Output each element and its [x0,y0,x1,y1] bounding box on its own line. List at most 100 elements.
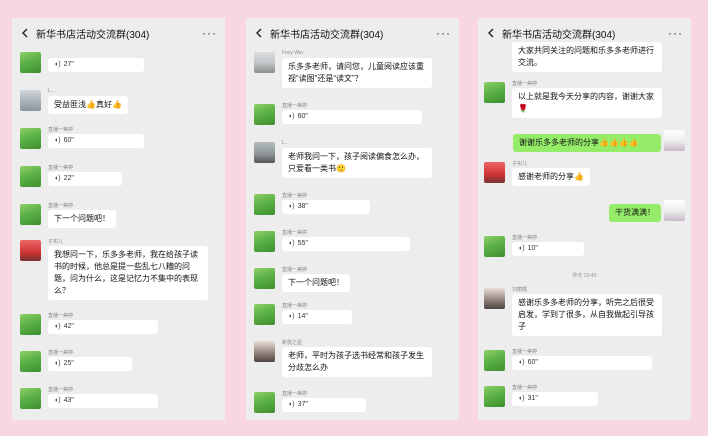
sender-name: 直播一美婷 [48,350,74,356]
sender-name: 直播一美婷 [282,103,308,109]
voice-wave-icon: ◖) [54,61,61,68]
voice-duration: 14" [297,313,308,320]
voice-message-bubble[interactable]: ◖) 60" [282,110,422,124]
back-arrow-icon[interactable] [252,26,266,40]
voice-message-bubble[interactable]: ◖) 55" [282,237,410,251]
voice-wave-icon: ◖) [518,395,525,402]
voice-message-bubble[interactable]: ◖) 38" [282,200,370,214]
voice-wave-icon: ◖) [518,245,525,252]
chat-title: 新华书店活动交流群(304) [36,29,150,41]
voice-wave-icon: ◖) [288,203,295,210]
voice-message-bubble[interactable]: ◖) 27" [48,58,144,72]
text-message-bubble[interactable]: 感谢乐多多老师的分享，听完之后很受启发，学到了很多，从自我做起引导孩子 [512,294,662,336]
voice-duration: 27" [63,61,74,68]
sender-name: 直播一美婷 [48,165,74,171]
self-avatar[interactable] [664,200,685,221]
text-message-bubble[interactable]: 以上就是我今天分享的内容，谢谢大家🌹 [512,88,662,118]
chat-panel-1: 新华书店活动交流群(304) ··· ◖) 27" L... 受益匪浅👍真好👍 … [12,18,225,420]
sender-name: 直播一美婷 [512,385,538,391]
more-options-icon[interactable]: ··· [668,26,685,40]
sender-name: 直播一美婷 [512,349,538,355]
voice-duration: 22" [63,175,74,182]
self-message-bubble[interactable]: 谢谢乐多多老师的分享👍👍👍👍 [513,134,661,152]
avatar[interactable] [484,386,505,407]
text-message-bubble[interactable]: 受益匪浅👍真好👍 [48,96,128,114]
sender-name: 新悦之星 [282,340,303,346]
avatar[interactable] [484,82,505,103]
sender-name: 直播一美婷 [512,81,538,87]
text-message-bubble[interactable]: 下一个问题吧！ [48,210,116,228]
voice-duration: 60" [63,137,74,144]
voice-wave-icon: ◖) [54,397,61,404]
voice-message-bubble[interactable]: ◖) 60" [48,134,144,148]
text-message-bubble[interactable]: 大家共同关注的问题和乐多多老师进行交流。 [512,42,662,72]
sender-name: 子实儿 [48,239,64,245]
chat-title: 新华书店活动交流群(304) [502,29,616,41]
voice-message-bubble[interactable]: ◖) 37" [282,398,366,412]
voice-wave-icon: ◖) [288,113,295,120]
voice-duration: 31" [527,395,538,402]
voice-wave-icon: ◖) [54,323,61,330]
voice-message-bubble[interactable]: ◖) 43" [48,394,158,408]
sender-name: 直播一美婷 [282,391,308,397]
voice-message-bubble[interactable]: ◖) 31" [512,392,598,406]
avatar[interactable] [20,166,41,187]
avatar[interactable] [484,288,505,309]
avatar[interactable] [484,350,505,371]
avatar[interactable] [484,236,505,257]
avatar[interactable] [20,240,41,261]
text-message-bubble[interactable]: 老师我问一下，孩子阅读偏食怎么办，只爱看一类书🙂 [282,148,432,178]
text-message-bubble[interactable]: 我想问一下，乐多多老师，我在给孩子读书的时候，他总是提一些乱七八糟的问题，问为什… [48,246,208,300]
sender-name: 直播一美婷 [282,267,308,273]
voice-message-bubble[interactable]: ◖) 14" [282,310,352,324]
avatar[interactable] [20,351,41,372]
voice-wave-icon: ◖) [288,401,295,408]
avatar[interactable] [254,231,275,252]
sender-name: 直播一美婷 [48,313,74,319]
chat-panel-3: 新华书店活动交流群(304) ··· 大家共同关注的问题和乐多多老师进行交流。 … [478,18,691,420]
avatar[interactable] [20,52,41,73]
timestamp-divider: 昨天 23:40 [572,273,597,279]
voice-message-bubble[interactable]: ◖) 60" [512,356,652,370]
avatar[interactable] [20,314,41,335]
back-arrow-icon[interactable] [484,26,498,40]
voice-wave-icon: ◖) [288,313,295,320]
voice-duration: 10" [527,245,538,252]
sender-name: 直播一美婷 [512,235,538,241]
avatar[interactable] [254,142,275,163]
text-message-bubble[interactable]: 乐多多老师，请问您，儿童阅读应该重视“读图”还是“读文”？ [282,58,432,88]
more-options-icon[interactable]: ··· [202,26,219,40]
text-message-bubble[interactable]: 下一个问题吧！ [282,274,350,292]
voice-wave-icon: ◖) [288,240,295,247]
avatar[interactable] [20,388,41,409]
sender-name: 直播一美婷 [282,230,308,236]
avatar[interactable] [254,304,275,325]
chat-header: 新华书店活动交流群(304) ··· [246,18,459,48]
avatar[interactable] [254,268,275,289]
text-message-bubble[interactable]: 老师，平时为孩子选书经常和孩子发生分歧怎么办 [282,347,432,377]
sender-name: 直播一美婷 [48,127,74,133]
avatar[interactable] [254,341,275,362]
sender-name: 刘丽霞 [512,287,528,293]
text-message-bubble[interactable]: 感谢老师的分享👍 [512,168,590,186]
avatar[interactable] [254,104,275,125]
avatar[interactable] [254,392,275,413]
self-avatar[interactable] [664,130,685,151]
avatar[interactable] [20,204,41,225]
voice-message-bubble[interactable]: ◖) 25" [48,357,132,371]
avatar[interactable] [254,52,275,73]
avatar[interactable] [20,90,41,111]
back-arrow-icon[interactable] [18,26,32,40]
sender-name: 直播一美婷 [282,303,308,309]
voice-message-bubble[interactable]: ◖) 10" [512,242,584,256]
voice-message-bubble[interactable]: ◖) 22" [48,172,122,186]
voice-duration: 60" [527,359,538,366]
voice-wave-icon: ◖) [54,360,61,367]
voice-message-bubble[interactable]: ◖) 42" [48,320,158,334]
voice-wave-icon: ◖) [54,175,61,182]
avatar[interactable] [20,128,41,149]
self-message-bubble[interactable]: 干货满满！ [609,204,661,222]
more-options-icon[interactable]: ··· [436,26,453,40]
avatar[interactable] [484,162,505,183]
avatar[interactable] [254,194,275,215]
